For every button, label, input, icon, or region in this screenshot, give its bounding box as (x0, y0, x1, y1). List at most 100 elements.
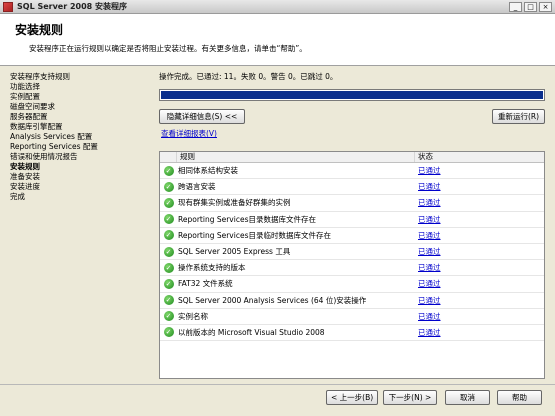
rule-name: 相同体系结构安装 (178, 166, 238, 176)
close-button[interactable]: × (539, 2, 552, 12)
sidebar-step: 磁盘空间要求 (10, 102, 55, 111)
rule-icon-cell: ✓ (160, 230, 177, 241)
rule-icon-cell: ✓ (160, 181, 177, 192)
rule-status-link[interactable]: 已通过 (418, 166, 441, 175)
rule-row[interactable]: ✓ 以前版本的 Microsoft Visual Studio 2008 已通过 (160, 325, 544, 342)
rule-status-cell: 已通过 (415, 327, 544, 338)
progress-fill (161, 91, 543, 99)
next-button[interactable]: 下一步(N) > (383, 390, 437, 405)
rule-icon-cell: ✓ (160, 311, 177, 322)
check-icon: ✓ (163, 230, 174, 241)
sidebar-step: Analysis Services 配置 (10, 132, 93, 141)
rule-status-cell: 已通过 (415, 246, 544, 257)
rule-status-cell: 已通过 (415, 278, 544, 289)
sidebar-step: 数据库引擎配置 (10, 122, 63, 131)
rule-status-link[interactable]: 已通过 (418, 328, 441, 337)
rule-row[interactable]: ✓ SQL Server 2000 Analysis Services (64 位… (160, 293, 544, 309)
rule-row[interactable]: ✓ SQL Server 2005 Express 工具 已通过 (160, 244, 544, 261)
rule-name: 操作系统支持的版本 (178, 263, 246, 273)
footer-bar: < 上一步(B) 下一步(N) > 取消 帮助 (0, 384, 555, 416)
grid-body: ✓ 相同体系结构安装 已通过 ✓ 跨语言安装 已通过 ✓ 现有群集实例或准备好群集的实例 已通过… (160, 163, 544, 342)
cancel-button[interactable]: 取消 (445, 390, 490, 405)
check-icon: ✓ (163, 295, 174, 306)
rule-name: 现有群集实例或准备好群集的实例 (178, 198, 291, 208)
rule-status-link[interactable]: 已通过 (418, 198, 441, 207)
rule-row[interactable]: ✓ 跨语言安装 已通过 (160, 179, 544, 196)
view-detailed-report-link[interactable]: 查看详细报表(V) (161, 128, 217, 139)
rule-icon-cell: ✓ (160, 327, 177, 338)
check-icon: ✓ (163, 311, 174, 322)
rule-status-link[interactable]: 已通过 (418, 247, 441, 256)
rule-name: 跨语言安装 (178, 182, 216, 192)
rule-status-link[interactable]: 已通过 (418, 263, 441, 272)
check-icon: ✓ (163, 214, 174, 225)
header-icon-column (160, 152, 177, 162)
check-icon: ✓ (163, 181, 174, 192)
rule-status-cell: 已通过 (415, 181, 544, 192)
hide-details-button[interactable]: 隐藏详细信息(S) << (159, 109, 245, 124)
sidebar-step: 安装进度 (10, 182, 40, 191)
rule-status-cell: 已通过 (415, 165, 544, 176)
rule-status-cell: 已通过 (415, 295, 544, 306)
sidebar-step: 安装规则 (10, 162, 40, 171)
rule-icon-cell: ✓ (160, 165, 177, 176)
progress-bar (159, 89, 545, 101)
page-header: 安装规则 安装程序正在运行规则以确定是否将阻止安装过程。有关更多信息，请单击“帮… (0, 14, 555, 66)
rules-grid: 规则 状态 ✓ 相同体系结构安装 已通过 ✓ 跨语言安装 已通过 ✓ 现有群集实例或准备好群集… (159, 151, 545, 379)
rule-icon-cell: ✓ (160, 295, 177, 306)
rule-row[interactable]: ✓ 实例名称 已通过 (160, 309, 544, 325)
page-description: 安装程序正在运行规则以确定是否将阻止安装过程。有关更多信息，请单击“帮助”。 (29, 44, 307, 53)
rule-row[interactable]: ✓ 现有群集实例或准备好群集的实例 已通过 (160, 195, 544, 212)
help-button[interactable]: 帮助 (497, 390, 542, 405)
sidebar-step: 错误和使用情况报告 (10, 152, 78, 161)
rule-name: FAT32 文件系统 (178, 279, 233, 289)
sql-server-app-icon (3, 1, 13, 12)
rule-status-link[interactable]: 已通过 (418, 296, 441, 305)
main-panel: 操作完成。已通过: 11。失败 0。警告 0。已跳过 0。 隐藏详细信息(S) … (159, 67, 549, 384)
rule-status-link[interactable]: 已通过 (418, 215, 441, 224)
check-icon: ✓ (163, 197, 174, 208)
rule-status-link[interactable]: 已通过 (418, 231, 441, 240)
rule-row[interactable]: ✓ FAT32 文件系统 已通过 (160, 276, 544, 293)
check-icon: ✓ (163, 246, 174, 257)
check-icon: ✓ (163, 327, 174, 338)
rule-status-link[interactable]: 已通过 (418, 279, 441, 288)
rerun-button[interactable]: 重新运行(R) (492, 109, 545, 124)
rule-status-cell: 已通过 (415, 197, 544, 208)
header-status[interactable]: 状态 (415, 152, 544, 162)
rule-icon-cell: ✓ (160, 214, 177, 225)
sidebar-step: 安装程序支持规则 (10, 72, 70, 81)
check-icon: ✓ (163, 278, 174, 289)
rule-row[interactable]: ✓ Reporting Services目录临时数据库文件存在 已通过 (160, 228, 544, 244)
sidebar-step: 实例配置 (10, 92, 40, 101)
operation-status: 操作完成。已通过: 11。失败 0。警告 0。已跳过 0。 (159, 72, 338, 81)
check-icon: ✓ (163, 165, 174, 176)
rule-icon-cell: ✓ (160, 197, 177, 208)
rule-name: SQL Server 2000 Analysis Services (64 位)… (178, 295, 367, 305)
rule-row[interactable]: ✓ 操作系统支持的版本 已通过 (160, 260, 544, 277)
rule-row[interactable]: ✓ Reporting Services目录数据库文件存在 已通过 (160, 212, 544, 228)
grid-header: 规则 状态 (160, 152, 544, 163)
rule-status-link[interactable]: 已通过 (418, 312, 441, 321)
rule-name: Reporting Services目录数据库文件存在 (178, 214, 316, 224)
rule-status-cell: 已通过 (415, 311, 544, 322)
rule-status-link[interactable]: 已通过 (418, 182, 441, 191)
steps-sidebar: 安装程序支持规则 功能选择 实例配置 磁盘空间要求 服务器配置 数据库引擎配置 Analys… (0, 67, 153, 384)
minimize-button[interactable]: _ (509, 2, 522, 12)
rule-name: 以前版本的 Microsoft Visual Studio 2008 (178, 327, 325, 337)
rule-icon-cell: ✓ (160, 278, 177, 289)
rule-row[interactable]: ✓ 相同体系结构安装 已通过 (160, 163, 544, 180)
rule-name: 实例名称 (178, 311, 208, 321)
rule-status-cell: 已通过 (415, 214, 544, 225)
sidebar-step: 完成 (10, 192, 25, 201)
title-bar: SQL Server 2008 安装程序 _ □ × (0, 0, 555, 14)
rule-name: SQL Server 2005 Express 工具 (178, 247, 291, 257)
maximize-button[interactable]: □ (524, 2, 537, 12)
back-button[interactable]: < 上一步(B) (326, 390, 378, 405)
sidebar-step: 功能选择 (10, 82, 40, 91)
sidebar-step: 服务器配置 (10, 112, 48, 121)
header-rule[interactable]: 规则 (177, 152, 415, 162)
rule-status-cell: 已通过 (415, 262, 544, 273)
rule-icon-cell: ✓ (160, 262, 177, 273)
page-title: 安装规则 (15, 23, 64, 37)
